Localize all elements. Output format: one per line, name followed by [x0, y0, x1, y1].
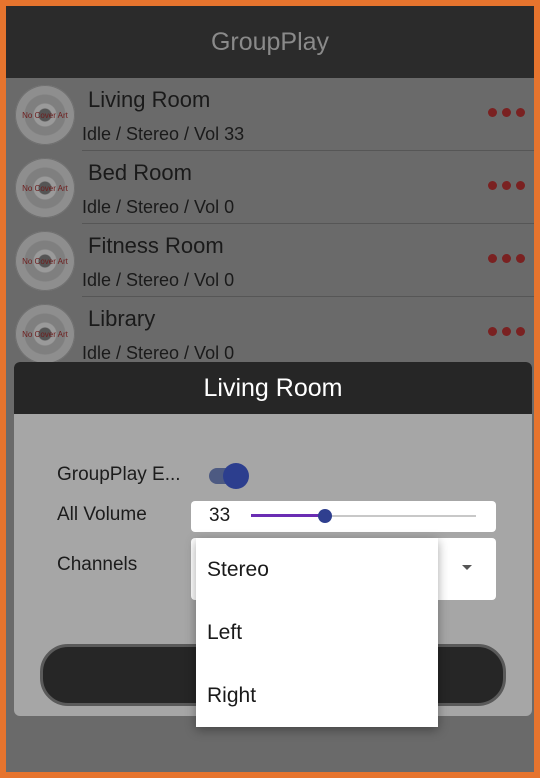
app-header: GroupPlay — [6, 6, 534, 78]
cd-disc-icon: No Cover Art — [15, 304, 75, 364]
cd-disc-icon: No Cover Art — [15, 158, 75, 218]
room-row-living-room[interactable]: No Cover Art Living Room Idle / Stereo /… — [6, 78, 534, 151]
dialog-title: Living Room — [203, 373, 343, 402]
groupplay-toggle-thumb[interactable] — [223, 463, 249, 489]
cover-art-text: No Cover Art — [22, 184, 68, 193]
cd-disc-icon: No Cover Art — [15, 231, 75, 291]
channel-option-stereo[interactable]: Stereo — [196, 538, 438, 601]
channel-option-left[interactable]: Left — [196, 601, 438, 664]
room-row-bed-room[interactable]: No Cover Art Bed Room Idle / Stereo / Vo… — [6, 151, 534, 224]
volume-slider-fill — [251, 514, 325, 517]
channel-option-right[interactable]: Right — [196, 664, 438, 727]
groupplay-enable-label: GroupPlay E... — [57, 464, 181, 485]
room-status: Idle / Stereo / Vol 0 — [82, 270, 235, 290]
room-list: No Cover Art Living Room Idle / Stereo /… — [6, 78, 534, 370]
room-status: Idle / Stereo / Vol 0 — [82, 197, 235, 217]
cover-art-text: No Cover Art — [22, 330, 68, 339]
volume-slider-thumb[interactable] — [318, 509, 332, 523]
dialog-header: Living Room — [14, 362, 532, 414]
channels-dropdown-menu: Stereo Left Right — [196, 538, 438, 727]
room-name: Library — [88, 306, 156, 331]
room-name: Bed Room — [88, 160, 192, 185]
all-volume-label: All Volume — [57, 504, 147, 525]
dropdown-arrow-icon — [462, 565, 472, 570]
room-row-library[interactable]: No Cover Art Library Idle / Stereo / Vol… — [6, 297, 534, 370]
channels-label: Channels — [57, 554, 138, 575]
cover-art-text: No Cover Art — [22, 257, 68, 266]
more-horizontal-icon[interactable] — [488, 254, 534, 268]
more-horizontal-icon[interactable] — [488, 181, 534, 195]
room-row-fitness-room[interactable]: No Cover Art Fitness Room Idle / Stereo … — [6, 224, 534, 297]
room-status: Idle / Stereo / Vol 33 — [82, 124, 245, 144]
room-status: Idle / Stereo / Vol 0 — [82, 343, 235, 363]
volume-value[interactable]: 33 — [209, 505, 230, 527]
cd-disc-icon: No Cover Art — [15, 85, 75, 145]
volume-control: 33 — [191, 501, 496, 532]
more-horizontal-icon[interactable] — [488, 327, 534, 341]
more-horizontal-icon[interactable] — [488, 108, 534, 122]
room-name: Fitness Room — [88, 233, 224, 258]
app-title: GroupPlay — [210, 27, 330, 56]
room-name: Living Room — [88, 87, 211, 112]
cover-art-text: No Cover Art — [22, 111, 68, 120]
